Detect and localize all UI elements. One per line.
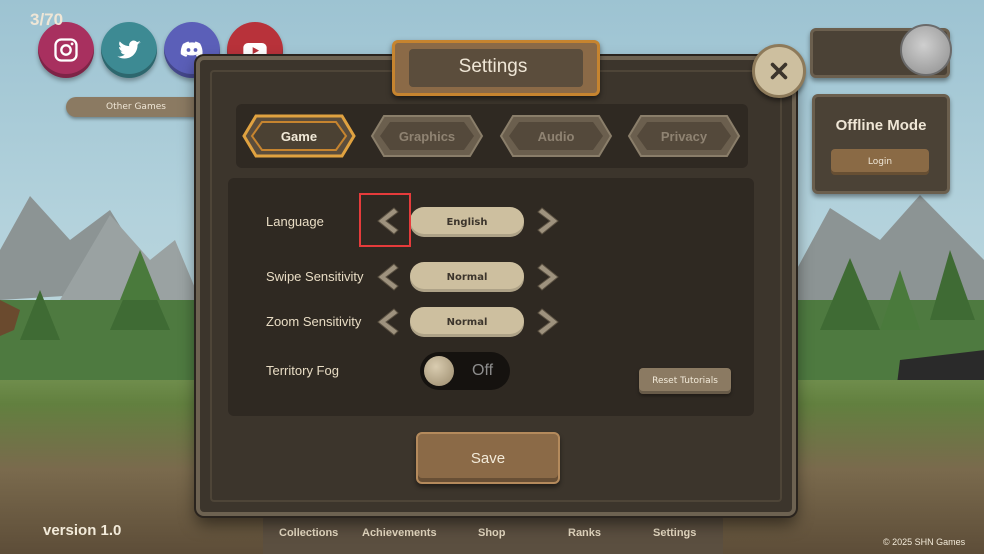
nav-collections[interactable]: Collections — [279, 527, 338, 539]
coin-icon — [900, 24, 952, 76]
tab-graphics[interactable]: Graphics — [370, 114, 484, 158]
zoom-prev-arrow-icon[interactable] — [372, 307, 402, 337]
swipe-sensitivity-label: Swipe Sensitivity — [266, 269, 364, 284]
swipe-next-arrow-icon[interactable] — [534, 262, 564, 292]
tab-game[interactable]: Game — [242, 114, 356, 158]
offline-mode-title: Offline Mode — [835, 117, 927, 134]
close-button[interactable] — [752, 44, 806, 98]
language-next-arrow-icon[interactable] — [534, 206, 564, 236]
other-games-label: Other Games — [106, 102, 166, 112]
tab-audio-label: Audio — [537, 128, 575, 144]
language-label: Language — [266, 214, 324, 229]
modal-title: Settings — [458, 56, 528, 77]
zoom-sensitivity-selector[interactable]: Normal — [410, 307, 524, 337]
copyright-label: © 2025 SHN Games — [883, 537, 966, 547]
other-games-button[interactable]: Other Games — [66, 97, 206, 117]
highlight-box — [359, 193, 411, 247]
close-icon — [770, 62, 788, 80]
offline-mode-panel: Offline Mode Login — [812, 94, 950, 194]
instagram-icon — [54, 38, 78, 62]
nav-shop[interactable]: Shop — [478, 527, 506, 539]
nav-settings[interactable]: Settings — [653, 527, 696, 539]
toggle-knob — [424, 356, 454, 386]
zoom-sensitivity-label: Zoom Sensitivity — [266, 314, 362, 329]
reset-tutorials-button[interactable]: Reset Tutorials — [639, 368, 731, 394]
tab-graphics-label: Graphics — [398, 128, 456, 144]
instagram-button[interactable] — [38, 22, 94, 78]
zoom-next-arrow-icon[interactable] — [534, 307, 564, 337]
nav-ranks[interactable]: Ranks — [568, 527, 601, 539]
twitter-button[interactable] — [101, 22, 157, 78]
swipe-prev-arrow-icon[interactable] — [372, 262, 402, 292]
counter-value: 3/70 — [30, 10, 64, 29]
territory-fog-state: Off — [472, 362, 494, 379]
twitter-icon — [117, 40, 141, 59]
login-button[interactable]: Login — [831, 149, 929, 175]
tab-privacy-label: Privacy — [660, 128, 708, 144]
swipe-sensitivity-selector[interactable]: Normal — [410, 262, 524, 292]
tab-game-label: Game — [280, 128, 318, 144]
language-selector[interactable]: English — [410, 207, 524, 237]
territory-fog-label: Territory Fog — [266, 363, 339, 378]
tab-privacy[interactable]: Privacy — [627, 114, 741, 158]
version-label: version 1.0 — [43, 522, 122, 539]
tab-audio[interactable]: Audio — [499, 114, 613, 158]
nav-achievements[interactable]: Achievements — [362, 527, 437, 539]
save-button[interactable]: Save — [416, 432, 560, 484]
